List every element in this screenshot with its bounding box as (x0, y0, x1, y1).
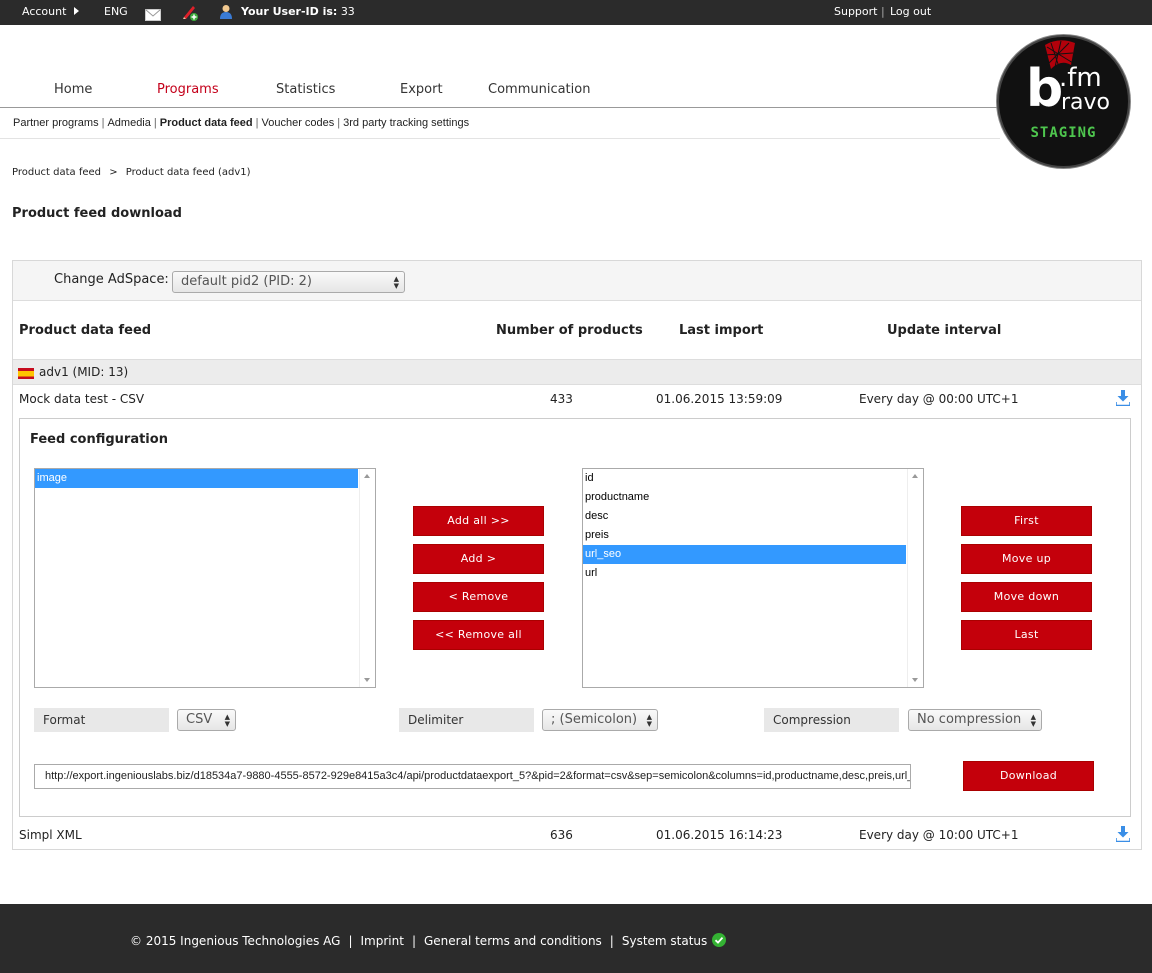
language-switch[interactable]: ENG (104, 0, 128, 25)
move-up-button[interactable]: Move up (961, 544, 1092, 574)
edit-add-icon[interactable] (182, 3, 198, 21)
bravo-fm-logo: b .fm ravo STAGING (997, 35, 1130, 168)
scroll-down-icon[interactable] (364, 678, 370, 682)
format-label: Format (34, 708, 169, 732)
available-columns-list[interactable]: image (34, 468, 376, 688)
logout-link[interactable]: Log out (890, 0, 931, 25)
logo-ravo: ravo (1061, 90, 1111, 115)
selected-columns-list[interactable]: id productname desc preis url_seo url (582, 468, 924, 688)
delimiter-label: Delimiter (399, 708, 534, 732)
feed-last-import: 01.06.2015 13:59:09 (656, 392, 783, 406)
list-item[interactable]: preis (583, 526, 923, 545)
feed-last-import: 01.06.2015 16:14:23 (656, 828, 783, 842)
caret-right-icon (74, 7, 80, 15)
move-down-button[interactable]: Move down (961, 582, 1092, 612)
feed-interval: Every day @ 00:00 UTC+1 (859, 392, 1019, 406)
footer-links: © 2015 Ingenious Technologies AG | Imprint… (130, 933, 727, 948)
feed-count: 636 (550, 828, 573, 842)
copyright: © 2015 Ingenious Technologies AG (130, 934, 341, 948)
list-item[interactable]: url_seo (583, 545, 906, 564)
add-all-button[interactable]: Add all >> (413, 506, 544, 536)
list-item[interactable]: productname (583, 488, 923, 507)
user-icon (219, 4, 233, 20)
user-id-text: Your User-ID is: 33 (241, 5, 355, 18)
status-ok-icon (712, 933, 727, 947)
mail-icon[interactable] (145, 6, 161, 21)
feed-panel: Change AdSpace: default pid2 (PID: 2) ▲ ▼… (12, 260, 1142, 850)
feed-name[interactable]: Simpl XML (19, 828, 82, 842)
subnav-product-data-feed[interactable]: Product data feed (160, 117, 253, 129)
nav-export[interactable]: Export (400, 82, 443, 97)
list-item[interactable]: id (583, 469, 923, 488)
export-url-field[interactable]: http://export.ingeniouslabs.biz/d18534a7… (34, 764, 911, 789)
feed-interval: Every day @ 10:00 UTC+1 (859, 828, 1019, 842)
scroll-up-icon[interactable] (364, 474, 370, 478)
feed-configuration: Feed configuration image Add all >> Add … (19, 418, 1131, 817)
breadcrumb: Product data feed > Product data feed (a… (12, 167, 251, 178)
adspace-label: Change AdSpace: (54, 272, 169, 287)
compression-select[interactable]: No compression ▲ ▼ (908, 709, 1042, 731)
scrollbar[interactable] (359, 469, 375, 687)
spain-flag-icon (18, 368, 34, 379)
scroll-up-icon[interactable] (912, 474, 918, 478)
select-arrows-icon: ▲ ▼ (1030, 713, 1036, 728)
select-arrows-icon: ▲ ▼ (224, 713, 230, 728)
subnav-divider (0, 138, 1000, 139)
format-select[interactable]: CSV ▲ ▼ (177, 709, 236, 731)
scrollbar[interactable] (907, 469, 923, 687)
footer: © 2015 Ingenious Technologies AG | Imprint… (0, 904, 1152, 973)
remove-all-button[interactable]: << Remove all (413, 620, 544, 650)
select-arrows-icon: ▲ ▼ (646, 713, 652, 728)
col-update-interval: Update interval (887, 323, 1002, 338)
nav-statistics[interactable]: Statistics (276, 82, 335, 97)
compression-label: Compression (764, 708, 899, 732)
subnav-admedia[interactable]: Admedia (107, 117, 150, 129)
feed-name[interactable]: Mock data test - CSV (19, 392, 144, 406)
list-item[interactable]: desc (583, 507, 923, 526)
subnav-voucher-codes[interactable]: Voucher codes (262, 117, 335, 129)
imprint-link[interactable]: Imprint (361, 934, 404, 948)
nav-communication[interactable]: Communication (488, 82, 590, 97)
sub-navigation: Partner programs | Admedia | Product data fe… (13, 117, 470, 129)
logo-staging: STAGING (1030, 125, 1097, 141)
subnav-tracking-settings[interactable]: 3rd party tracking settings (343, 117, 469, 129)
breadcrumb-root[interactable]: Product data feed (12, 167, 101, 178)
topbar-separator: | (881, 5, 885, 18)
advertiser-group-row: adv1 (MID: 13) (13, 359, 1141, 385)
col-product-count: Number of products (496, 323, 643, 338)
remove-button[interactable]: < Remove (413, 582, 544, 612)
support-link[interactable]: Support (834, 0, 877, 25)
terms-link[interactable]: General terms and conditions (424, 934, 602, 948)
subnav-partner-programs[interactable]: Partner programs (13, 117, 99, 129)
logo-fm: .fm (1059, 63, 1102, 93)
adspace-select[interactable]: default pid2 (PID: 2) ▲ ▼ (172, 271, 405, 293)
nav-programs[interactable]: Programs (157, 82, 219, 97)
feed-config-title: Feed configuration (30, 432, 168, 447)
logo-b: b (1026, 59, 1064, 119)
list-item[interactable]: url (583, 564, 923, 583)
page-title: Product feed download (12, 206, 182, 221)
system-status-link[interactable]: System status (622, 934, 707, 948)
adspace-row: Change AdSpace: default pid2 (PID: 2) ▲ ▼ (13, 261, 1141, 301)
group-label: adv1 (MID: 13) (39, 365, 129, 379)
add-button[interactable]: Add > (413, 544, 544, 574)
nav-divider (0, 107, 1000, 108)
breadcrumb-current: Product data feed (adv1) (125, 167, 251, 178)
move-first-button[interactable]: First (961, 506, 1092, 536)
col-last-import: Last import (679, 323, 764, 338)
nav-home[interactable]: Home (54, 82, 92, 97)
scroll-down-icon[interactable] (912, 678, 918, 682)
select-arrows-icon: ▲ ▼ (393, 275, 399, 290)
download-button[interactable]: Download (963, 761, 1094, 791)
col-feed-name: Product data feed (19, 323, 152, 338)
move-last-button[interactable]: Last (961, 620, 1092, 650)
download-icon[interactable] (1115, 390, 1131, 407)
account-menu[interactable]: Account (22, 0, 80, 25)
list-item[interactable]: image (35, 469, 358, 488)
top-bar: Account ENG Your User-ID is: 33 Support … (0, 0, 1152, 25)
feed-count: 433 (550, 392, 573, 406)
download-icon[interactable] (1115, 826, 1131, 843)
delimiter-select[interactable]: ; (Semicolon) ▲ ▼ (542, 709, 658, 731)
